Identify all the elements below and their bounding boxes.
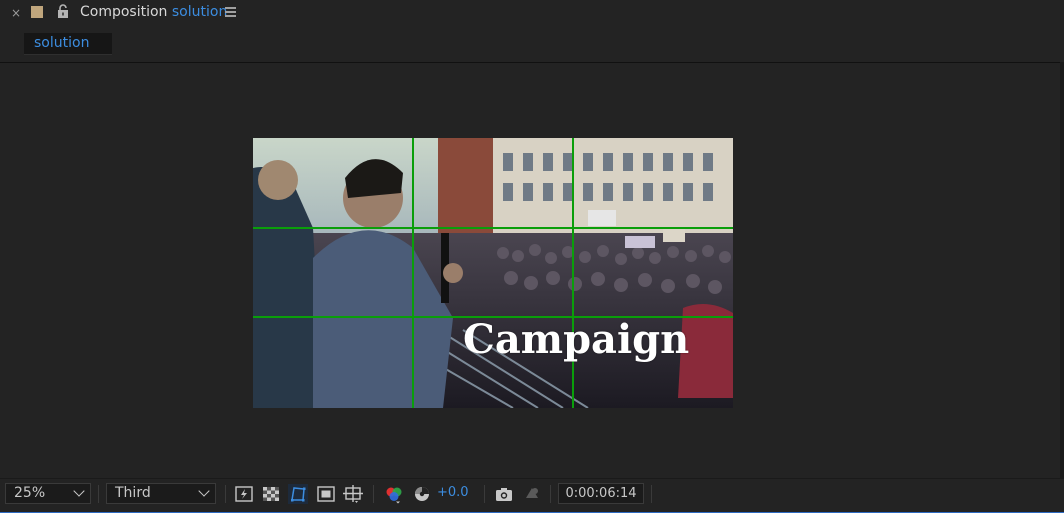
composition-panel: × Composition solution solution Campaign… <box>0 0 1064 513</box>
composition-viewer-frame[interactable]: Campaign <box>253 138 733 408</box>
scrollbar-track[interactable] <box>1060 62 1064 478</box>
divider <box>0 62 1064 63</box>
lock-icon[interactable] <box>57 4 69 18</box>
panel-title: Composition solution <box>80 4 227 20</box>
current-time-display[interactable]: 0:00:06:14 <box>558 483 644 504</box>
reset-exposure-icon[interactable] <box>412 484 432 504</box>
fast-previews-icon[interactable] <box>234 484 254 504</box>
resolution-dropdown[interactable]: Third <box>106 483 216 504</box>
title-caption: Campaign <box>463 316 690 363</box>
magnification-dropdown[interactable]: 25% <box>5 483 91 504</box>
divider <box>98 485 99 503</box>
composition-tab[interactable]: solution <box>24 33 112 55</box>
grid-guides-icon[interactable] <box>343 484 363 504</box>
divider <box>373 485 374 503</box>
guide-vertical-2 <box>572 138 574 408</box>
guide-vertical-1 <box>412 138 414 408</box>
transparency-grid-icon[interactable] <box>261 484 281 504</box>
divider <box>225 485 226 503</box>
divider <box>550 485 551 503</box>
guide-horizontal-1 <box>253 227 733 229</box>
snapshot-icon[interactable] <box>494 484 514 504</box>
composition-tab-label: solution <box>34 35 90 51</box>
region-of-interest-icon[interactable] <box>316 484 336 504</box>
channel-icon[interactable] <box>384 484 404 504</box>
panel-header: × Composition solution <box>0 0 1064 28</box>
chevron-down-icon <box>198 485 210 497</box>
magnification-value: 25% <box>14 485 46 501</box>
mask-path-visibility-icon[interactable] <box>288 484 308 504</box>
title-prefix: Composition <box>80 4 168 20</box>
panel-menu-icon[interactable] <box>225 7 236 17</box>
resolution-value: Third <box>115 485 151 501</box>
divider <box>651 485 652 503</box>
composition-name: solution <box>171 4 228 20</box>
chevron-down-icon <box>73 485 85 497</box>
show-snapshot-icon[interactable] <box>522 484 542 504</box>
frame-image <box>253 138 733 408</box>
close-icon[interactable]: × <box>11 6 21 20</box>
viewer-toolbar: 25% Third +0.0 0:00:06:14 <box>0 478 1064 513</box>
divider <box>484 485 485 503</box>
exposure-value[interactable]: +0.0 <box>437 485 469 500</box>
label-color-swatch[interactable] <box>31 6 43 18</box>
